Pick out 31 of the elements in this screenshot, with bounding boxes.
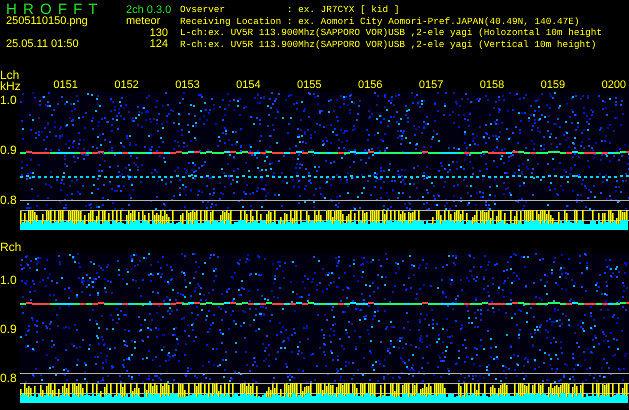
datetime-label: 25.05.11 01:50 — [6, 38, 80, 50]
channel-label: Lch — [0, 70, 20, 81]
info-label: Ovserver — [180, 4, 226, 16]
time-label: 0158 — [478, 80, 506, 91]
axis-tick-label: 0.9 — [0, 324, 17, 334]
axis-tick-label: 0.9 — [0, 145, 17, 155]
channel-info-text: R-ch:ex. UV5R 113.900Mhz(SAPPORO VOR)USB ,2-ele yagi (Vertical 10m height) — [180, 38, 598, 50]
time-label: 0200 — [600, 80, 628, 91]
time-label: 0159 — [540, 80, 566, 91]
meteor-count: 124 — [148, 38, 169, 50]
axis-tick-label: 0.8 — [0, 373, 17, 383]
channel-info-text: L-ch:ex. UV5R 113.900Mhz(SAPPORO VOR)USB ,2-ele yagi (Holozontal 10m height — [180, 27, 602, 38]
time-label: 0154 — [235, 80, 262, 91]
filename-label: 2505110150.png — [6, 15, 89, 28]
time-label: 0155 — [296, 80, 323, 91]
time-label: 0153 — [174, 80, 201, 91]
axis-tick-label: 1.0 — [0, 95, 17, 105]
time-label: 0157 — [418, 80, 444, 91]
time-label: 0156 — [356, 80, 384, 91]
time-label: 0152 — [113, 80, 140, 91]
version-label: 2ch 0.3.0 — [126, 4, 172, 16]
meteor-label: meteor — [126, 15, 162, 28]
axis-tick-label: 1.0 — [0, 275, 17, 285]
info-value: : ex. JR7CYX [ kid ] — [286, 4, 400, 16]
meteor-count: 130 — [148, 26, 169, 39]
unit-label: kHz — [0, 81, 20, 92]
axis-tick-label: 0.8 — [0, 195, 17, 205]
info-label: Receiving Location — [180, 16, 282, 27]
time-label: 0151 — [52, 80, 79, 91]
info-value: : ex. Aomori City Aomori-Pref.JAPAN(40.49N, 140.47E) — [286, 16, 580, 27]
channel-label: Rch — [0, 242, 20, 253]
